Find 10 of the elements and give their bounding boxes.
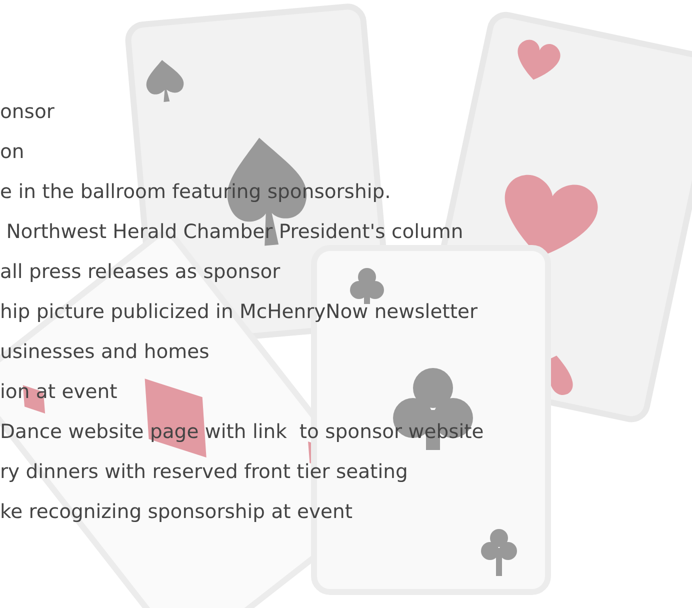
benefit-text: usinesses and homes (0, 339, 210, 365)
benefit-text: ion at event (0, 379, 118, 405)
benefit-text: all press releases as sponsor (0, 259, 280, 285)
benefit-text: onsor (0, 99, 54, 125)
benefit-text: ry dinners with reserved front tier seating (0, 459, 408, 485)
benefit-text: hip picture publicized in McHenryNow newsletter (0, 299, 478, 325)
benefit-text: ke recognizing sponsorship at event (0, 499, 353, 525)
benefit-text: on (0, 139, 24, 165)
benefit-text: Northwest Herald Chamber President's column (5, 219, 464, 245)
benefit-text: e in the ballroom featuring sponsorship. (0, 179, 391, 205)
